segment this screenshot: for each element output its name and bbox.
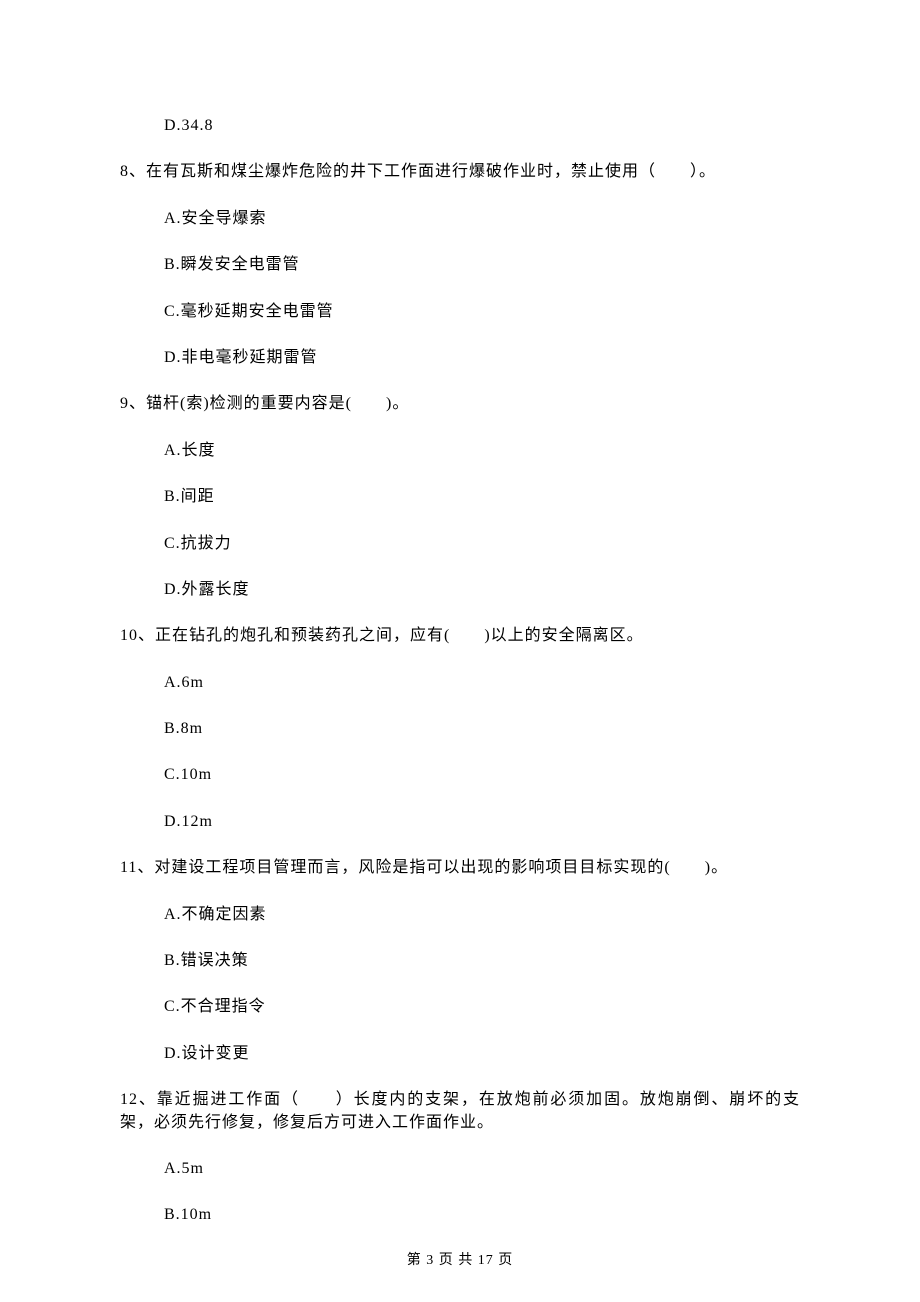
q12-option-b: B.10m [164,1204,800,1226]
q11-option-b: B.错误决策 [164,950,800,972]
q8-option-d: D.非电毫秒延期雷管 [164,347,800,369]
q9-option-b: B.间距 [164,486,800,508]
q9-option-d: D.外露长度 [164,579,800,601]
q10-option-b: B.8m [164,718,800,740]
q10-option-d: D.12m [164,811,800,833]
q8-text: 8、在有瓦斯和煤尘爆炸危险的井下工作面进行爆破作业时，禁止使用（ ）。 [120,161,800,183]
q9-text: 9、锚杆(索)检测的重要内容是( )。 [120,393,800,415]
q11-text: 11、对建设工程项目管理而言，风险是指可以出现的影响项目目标实现的( )。 [120,857,800,879]
page-footer: 第 3 页 共 17 页 [0,1251,920,1271]
q8-option-c: C.毫秒延期安全电雷管 [164,301,800,323]
q12-text: 12、靠近掘进工作面（ ）长度内的支架，在放炮前必须加固。放炮崩倒、崩坏的支架，… [120,1089,800,1134]
q11-option-c: C.不合理指令 [164,996,800,1018]
q7-option-d: D.34.8 [164,115,800,137]
q12-option-a: A.5m [164,1158,800,1180]
q9-option-a: A.长度 [164,440,800,462]
page-content: D.34.8 8、在有瓦斯和煤尘爆炸危险的井下工作面进行爆破作业时，禁止使用（ … [0,0,920,1291]
q8-option-a: A.安全导爆索 [164,208,800,230]
q10-option-a: A.6m [164,672,800,694]
q9-option-c: C.抗拔力 [164,533,800,555]
q11-option-d: D.设计变更 [164,1043,800,1065]
q8-option-b: B.瞬发安全电雷管 [164,254,800,276]
q11-option-a: A.不确定因素 [164,904,800,926]
q10-option-c: C.10m [164,764,800,786]
q10-text: 10、正在钻孔的炮孔和预装药孔之间，应有( )以上的安全隔离区。 [120,625,800,647]
